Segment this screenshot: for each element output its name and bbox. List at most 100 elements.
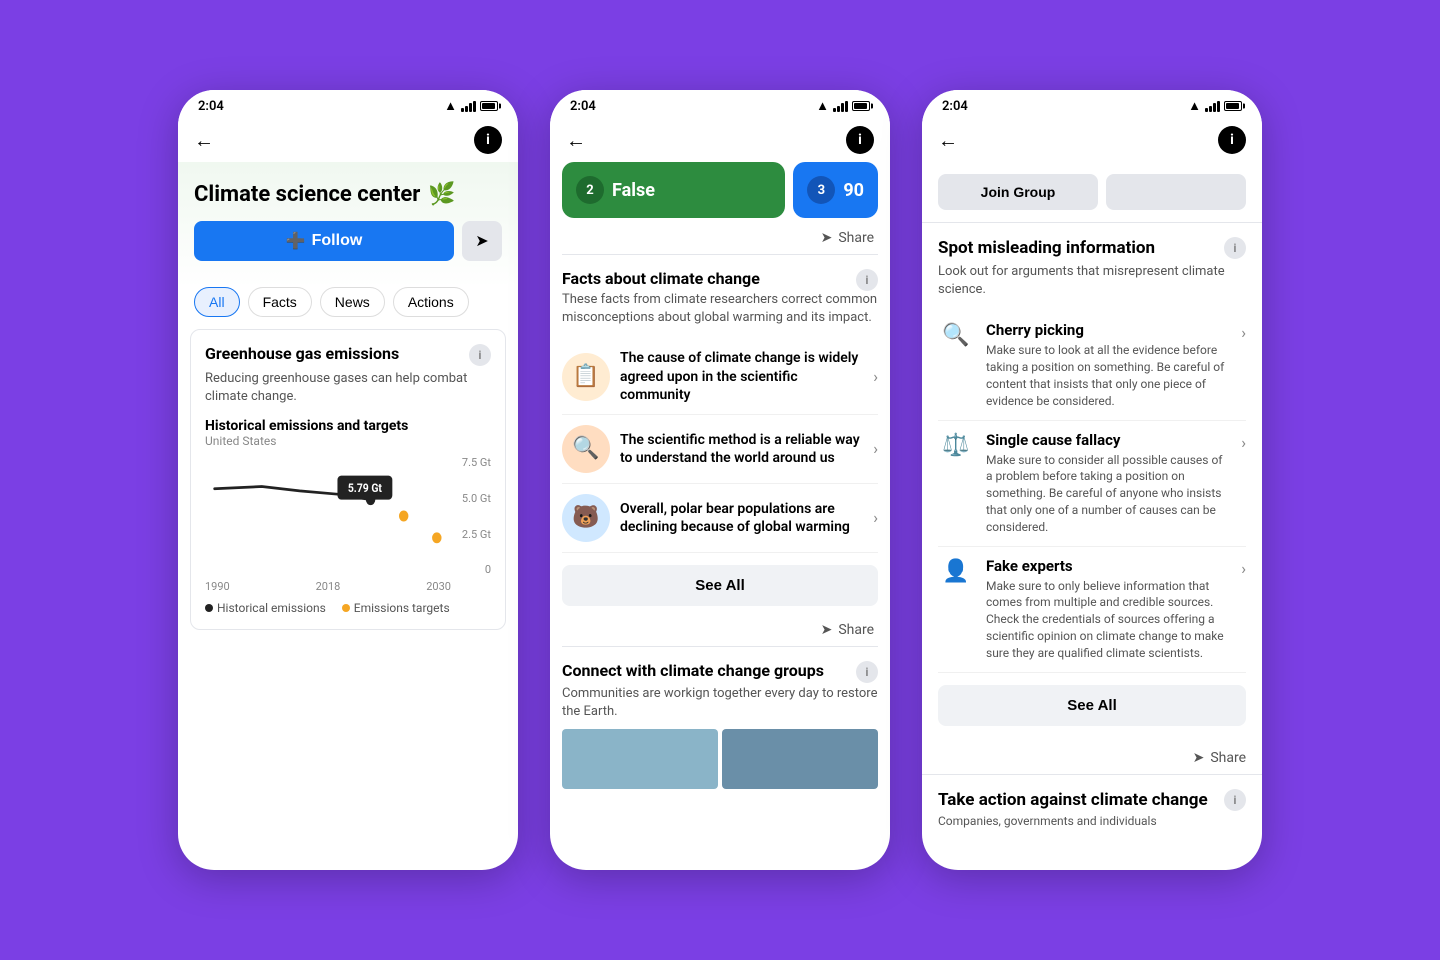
share-label-2b: Share: [838, 622, 874, 638]
take-action-info-btn[interactable]: i: [1224, 789, 1246, 811]
signal-icon-3: [1205, 101, 1220, 112]
wifi-icon: ▲: [444, 98, 457, 114]
mislead-icon-0: 🔍: [938, 323, 974, 348]
mislead-desc-2: Make sure to only believe information th…: [986, 578, 1229, 662]
facts-desc: These facts from climate researchers cor…: [562, 291, 878, 327]
see-all-button-3[interactable]: See All: [938, 685, 1246, 726]
phone-3: 2:04 ▲ ← i Join Group Spot: [922, 90, 1262, 870]
false-card: 2 False: [562, 162, 785, 218]
tab-news[interactable]: News: [320, 287, 385, 317]
wifi-icon-2: ▲: [816, 98, 829, 114]
blue-badge: 3: [807, 176, 835, 204]
join-placeholder: [1106, 174, 1246, 210]
status-bar-3: 2:04 ▲: [922, 90, 1262, 118]
top-nav-2: ← i: [550, 118, 890, 162]
connect-desc: Communities are workign together every d…: [562, 685, 878, 721]
y-labels: 7.5 Gt 5.0 Gt 2.5 Gt 0: [462, 456, 491, 576]
see-all-button-2[interactable]: See All: [562, 565, 878, 606]
fact-item-1[interactable]: 🔍 The scientific method is a reliable wa…: [562, 415, 878, 484]
share-row-3[interactable]: ➤ Share: [922, 746, 1262, 774]
status-time-3: 2:04: [942, 99, 968, 114]
connect-section: Connect with climate change groups i Com…: [550, 647, 890, 789]
facts-info-btn[interactable]: i: [856, 269, 878, 291]
connect-title-row: Connect with climate change groups i: [562, 661, 878, 683]
battery-icon-2: [852, 101, 870, 111]
legend-targets: Emissions targets: [342, 601, 450, 615]
svg-text:5.79 Gt: 5.79 Gt: [348, 482, 382, 496]
share-button-1[interactable]: ➤: [462, 221, 502, 261]
phone-2-content: 2 False 3 90 ➤ Share Facts about climate…: [550, 162, 890, 870]
share-icon-3: ➤: [1193, 750, 1205, 766]
info-button-2[interactable]: i: [846, 126, 874, 154]
back-button-3[interactable]: ←: [938, 128, 958, 153]
signal-icon-2: [833, 101, 848, 112]
blue-card: 3 90: [793, 162, 878, 218]
facts-section: Facts about climate change i These facts…: [550, 255, 890, 606]
share-row-2[interactable]: ➤ Share: [550, 226, 890, 254]
chevron-0: ›: [873, 367, 878, 386]
chevron-1: ›: [873, 439, 878, 458]
status-icons-3: ▲: [1188, 98, 1242, 114]
top-nav-1: ← i: [178, 118, 518, 162]
tab-facts[interactable]: Facts: [248, 287, 312, 317]
share-label-2: Share: [838, 230, 874, 246]
info-button-3[interactable]: i: [1218, 126, 1246, 154]
share-icon-2b: ➤: [821, 622, 833, 638]
connect-img-2: [722, 729, 878, 789]
facts-title-row: Facts about climate change i: [562, 269, 878, 291]
mislead-content-1: Single cause fallacy Make sure to consid…: [986, 431, 1229, 536]
section-desc: Reducing greenhouse gases can help comba…: [205, 370, 491, 406]
tab-all[interactable]: All: [194, 287, 240, 317]
spot-desc: Look out for arguments that misrepresent…: [938, 263, 1246, 299]
spot-section: Spot misleading information i Look out f…: [922, 223, 1262, 746]
share-icon-2: ➤: [821, 230, 833, 246]
connect-info-btn[interactable]: i: [856, 661, 878, 683]
back-button-1[interactable]: ←: [194, 128, 214, 153]
info-button-1[interactable]: i: [474, 126, 502, 154]
fact-item-2[interactable]: 🐻 Overall, polar bear populations are de…: [562, 484, 878, 553]
mislead-item-0[interactable]: 🔍 Cherry picking Make sure to look at al…: [938, 311, 1246, 420]
spot-title: Spot misleading information: [938, 238, 1155, 258]
spot-info-btn[interactable]: i: [1224, 237, 1246, 259]
chevron-2: ›: [873, 508, 878, 527]
fact-item-0[interactable]: 📋 The cause of climate change is widely …: [562, 339, 878, 415]
mislead-title-2: Fake experts: [986, 557, 1229, 575]
join-group-button[interactable]: Join Group: [938, 174, 1098, 210]
connect-img-1: [562, 729, 718, 789]
chart-area: 7.5 Gt 5.0 Gt 2.5 Gt 0 5.7: [205, 456, 491, 576]
battery-icon: [480, 101, 498, 111]
chart-title: Historical emissions and targets: [205, 418, 491, 434]
status-time-1: 2:04: [198, 99, 224, 114]
section-info-btn[interactable]: i: [469, 344, 491, 366]
mislead-item-1[interactable]: ⚖️ Single cause fallacy Make sure to con…: [938, 421, 1246, 547]
status-time-2: 2:04: [570, 99, 596, 114]
mislead-desc-1: Make sure to consider all possible cause…: [986, 452, 1229, 536]
phone-3-content: Join Group Spot misleading information i…: [922, 162, 1262, 870]
legend-dot-historical: [205, 604, 213, 612]
status-icons-2: ▲: [816, 98, 870, 114]
p1-header: Climate science center 🌿 ➕ Follow ➤: [178, 162, 518, 287]
join-group-section: Join Group: [922, 162, 1262, 222]
take-action-desc: Companies, governments and individuals: [938, 813, 1246, 830]
signal-icon: [461, 101, 476, 112]
share-row-2b[interactable]: ➤ Share: [550, 618, 890, 646]
mislead-chevron-1: ›: [1241, 433, 1246, 452]
follow-button[interactable]: ➕ Follow: [194, 221, 454, 261]
tab-actions[interactable]: Actions: [393, 287, 469, 317]
false-label: False: [612, 180, 655, 201]
back-button-2[interactable]: ←: [566, 128, 586, 153]
phone-1-content: Climate science center 🌿 ➕ Follow ➤ All …: [178, 162, 518, 870]
share-icon-1: ➤: [475, 231, 488, 251]
mislead-icon-1: ⚖️: [938, 433, 974, 458]
phone-1: 2:04 ▲ ← i Climate science center 🌿: [178, 90, 518, 870]
fact-text-2: Overall, polar bear populations are decl…: [620, 500, 863, 536]
x-labels: 1990 2018 2030: [205, 580, 491, 593]
p1-actions: ➕ Follow ➤: [194, 221, 502, 261]
mislead-desc-0: Make sure to look at all the evidence be…: [986, 342, 1229, 409]
take-action-section: Take action against climate change i Com…: [922, 775, 1262, 834]
false-badge: 2: [576, 176, 604, 204]
section-title: Greenhouse gas emissions: [205, 344, 399, 363]
fact-text-1: The scientific method is a reliable way …: [620, 431, 863, 467]
mislead-title-0: Cherry picking: [986, 321, 1229, 339]
mislead-item-2[interactable]: 👤 Fake experts Make sure to only believe…: [938, 547, 1246, 673]
